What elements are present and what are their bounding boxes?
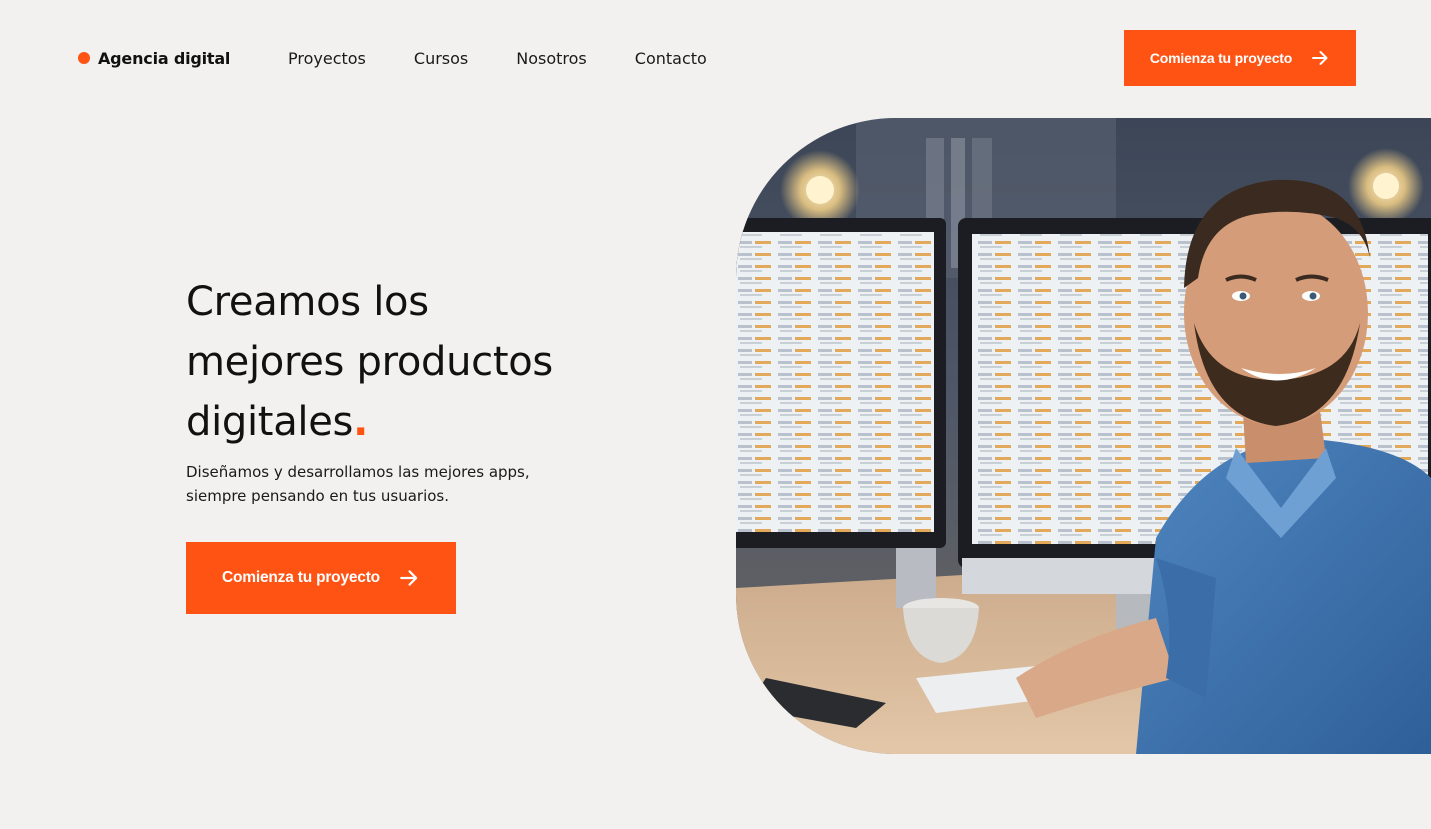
main-nav: Proyectos Cursos Nosotros Contacto (288, 47, 707, 69)
hero-title-accent-dot: . (353, 399, 368, 445)
header-cta-button[interactable]: Comienza tu proyecto (1124, 30, 1356, 86)
hero-cta-button[interactable]: Comienza tu proyecto (186, 542, 456, 614)
developer-photo (736, 118, 1431, 754)
nav-item-contacto[interactable]: Contacto (635, 49, 707, 68)
brand-name: Agencia digital (98, 48, 231, 68)
hero-title-line: digitales (186, 399, 354, 445)
brand-dot-icon (78, 52, 90, 64)
hero-section: Creamos los mejores productos digitales.… (186, 272, 606, 508)
header-cta-label: Comienza tu proyecto (1149, 50, 1293, 66)
hero-cta-label: Comienza tu proyecto (222, 569, 380, 586)
hero-title-line: mejores productos (186, 339, 553, 385)
nav-item-proyectos[interactable]: Proyectos (288, 49, 366, 68)
hero-subtitle-line: Diseñamos y desarrollamos las mejores ap… (186, 463, 530, 481)
hero-title: Creamos los mejores productos digitales. (186, 272, 606, 452)
nav-item-cursos[interactable]: Cursos (414, 49, 468, 68)
nav-item-nosotros[interactable]: Nosotros (516, 49, 587, 68)
hero-subtitle: Diseñamos y desarrollamos las mejores ap… (186, 460, 586, 508)
hero-title-line-3: digitales. (186, 392, 606, 452)
hero-title-line: Creamos los (186, 279, 429, 325)
hero-subtitle-line: siempre pensando en tus usuarios. (186, 487, 450, 505)
site-header: Agencia digital Proyectos Cursos Nosotro… (0, 0, 1431, 116)
brand-logo[interactable]: Agencia digital (78, 47, 230, 69)
arrow-right-icon (398, 567, 420, 589)
hero-image (736, 118, 1431, 754)
arrow-right-icon (1310, 48, 1330, 68)
